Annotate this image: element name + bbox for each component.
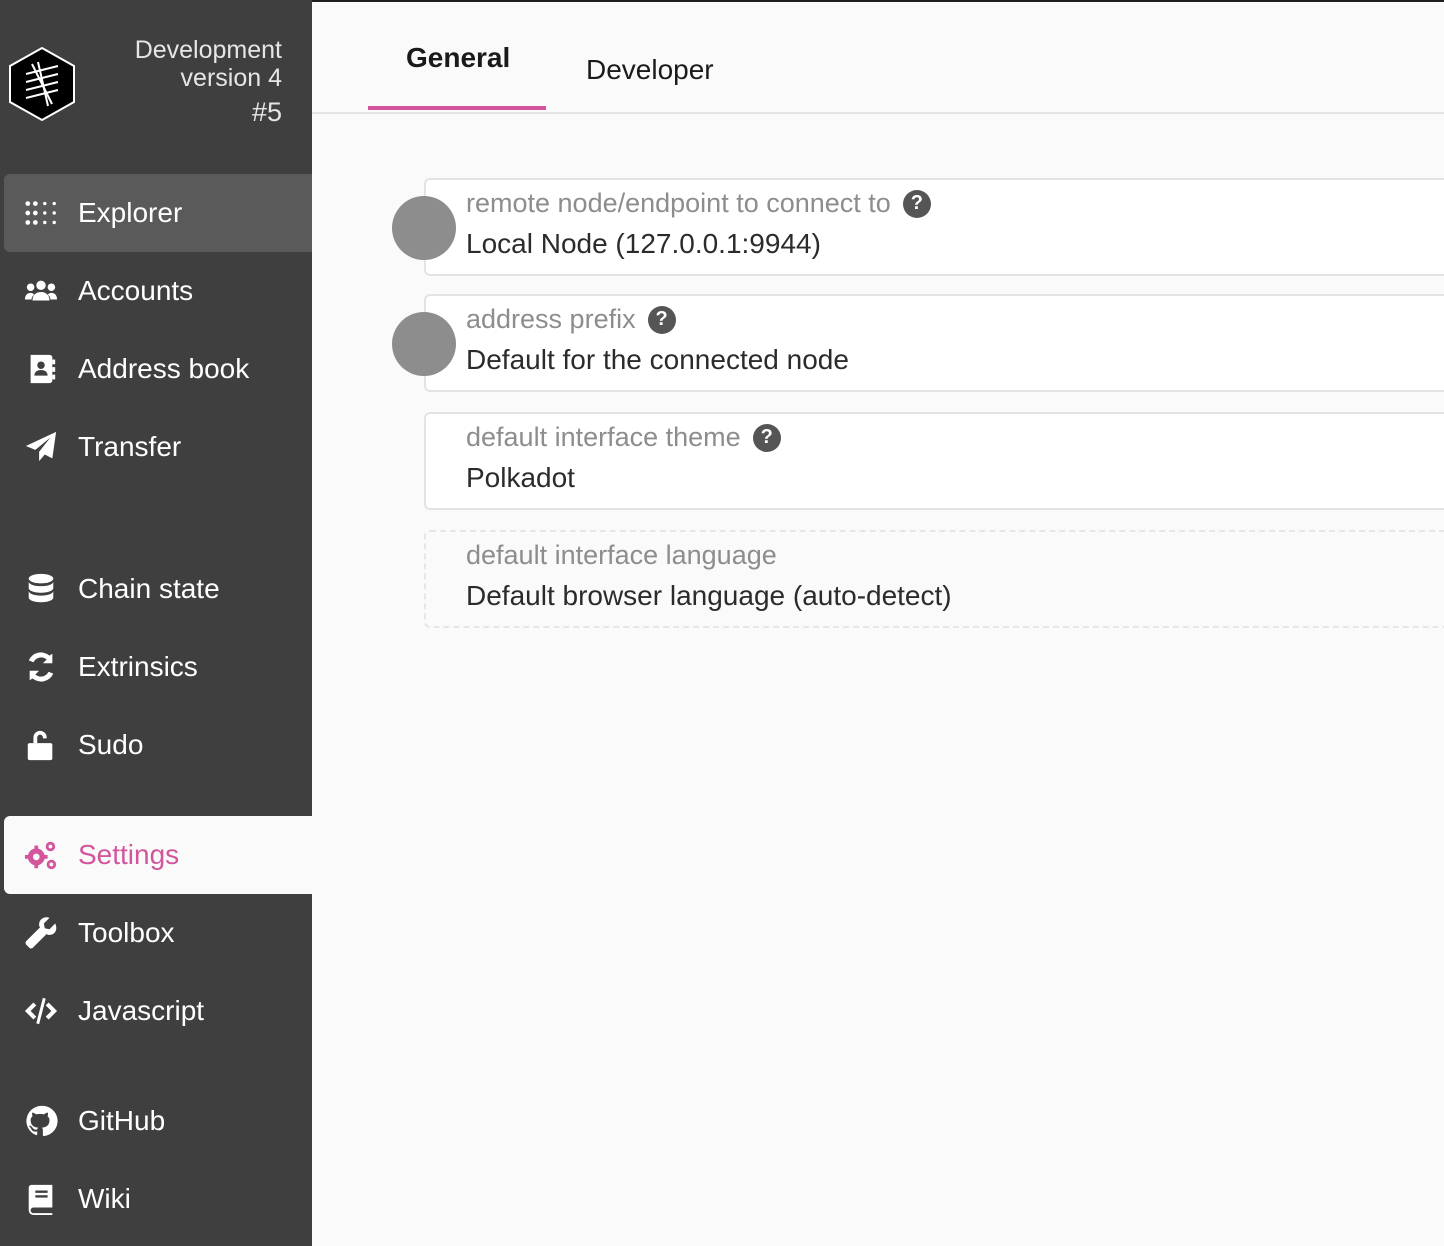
sidebar-item-label: Explorer	[78, 197, 183, 228]
theme-label: default interface theme	[466, 422, 741, 452]
address-prefix-dropdown[interactable]: address prefix ? Default for the connect…	[424, 294, 1444, 392]
paper-plane-icon	[22, 428, 60, 466]
sidebar-item-sudo[interactable]: Sudo	[4, 706, 312, 784]
tab-developer[interactable]: Developer	[586, 54, 714, 86]
endpoint-value: Local Node (127.0.0.1:9944)	[466, 228, 821, 259]
help-icon[interactable]: ?	[752, 423, 781, 452]
sidebar-item-wiki[interactable]: Wiki	[4, 1160, 312, 1238]
prefix-identicon	[392, 312, 456, 376]
sidebar-item-accounts[interactable]: Accounts	[4, 252, 312, 330]
sidebar-item-label: Settings	[78, 839, 180, 870]
sidebar-item-toolbox[interactable]: Toolbox	[4, 894, 312, 972]
endpoint-label: remote node/endpoint to connect to	[466, 188, 891, 218]
sidebar-item-label: Transfer	[78, 431, 182, 462]
polkadot-js-logo[interactable]	[8, 46, 76, 122]
endpoint-identicon	[392, 196, 456, 260]
chain-info: Development version 4 #5	[135, 36, 282, 126]
sidebar-item-chain-state[interactable]: Chain state	[4, 550, 312, 628]
tab-general[interactable]: General	[406, 42, 510, 74]
active-tab-indicator	[368, 106, 546, 110]
endpoint-dropdown[interactable]: remote node/endpoint to connect to ? Loc…	[424, 178, 1444, 276]
help-icon[interactable]: ?	[902, 189, 931, 218]
language-value: Default browser language (auto-detect)	[466, 580, 952, 611]
language-label: default interface language	[466, 540, 777, 570]
sidebar-item-explorer[interactable]: Explorer	[4, 174, 312, 252]
unlock-icon	[22, 726, 60, 764]
sidebar-item-javascript[interactable]: Javascript	[4, 972, 312, 1050]
database-icon	[22, 570, 60, 608]
settings-tabs: General Developer	[312, 2, 1444, 114]
language-dropdown[interactable]: default interface language Default brows…	[424, 530, 1444, 628]
cogs-icon	[22, 836, 60, 874]
sidebar: Development version 4 #5 Explorer Accoun…	[0, 0, 312, 1246]
sidebar-item-address-book[interactable]: Address book	[4, 330, 312, 408]
users-icon	[22, 272, 60, 310]
theme-value: Polkadot	[466, 462, 575, 493]
sidebar-item-label: GitHub	[78, 1105, 166, 1136]
sidebar-item-label: Chain state	[78, 573, 220, 604]
sidebar-item-label: Extrinsics	[78, 651, 198, 682]
sidebar-item-github[interactable]: GitHub	[4, 1082, 312, 1160]
address-prefix-label: address prefix	[466, 304, 636, 334]
address-prefix-value: Default for the connected node	[466, 344, 849, 375]
sidebar-item-label: Address book	[78, 353, 250, 384]
wrench-icon	[22, 914, 60, 952]
chain-name: Development	[134, 36, 282, 64]
sidebar-item-transfer[interactable]: Transfer	[4, 408, 312, 486]
grid-dots-icon	[22, 194, 60, 232]
sync-icon	[22, 648, 60, 686]
sidebar-item-label: Accounts	[78, 275, 194, 306]
sidebar-item-label: Sudo	[78, 729, 144, 760]
sidebar-item-label: Wiki	[78, 1183, 131, 1214]
theme-dropdown[interactable]: default interface theme ? Polkadot	[424, 412, 1444, 510]
sidebar-item-settings[interactable]: Settings	[4, 816, 312, 894]
help-icon[interactable]: ?	[647, 305, 676, 334]
sidebar-item-label: Toolbox	[78, 917, 175, 948]
best-block-number: #5	[251, 97, 282, 127]
sidebar-item-label: Javascript	[78, 995, 205, 1026]
book-icon	[22, 1180, 60, 1218]
chain-version: version 4	[180, 64, 282, 92]
code-icon	[22, 992, 60, 1030]
github-icon	[22, 1102, 60, 1140]
sidebar-item-extrinsics[interactable]: Extrinsics	[4, 628, 312, 706]
address-book-icon	[22, 350, 60, 388]
